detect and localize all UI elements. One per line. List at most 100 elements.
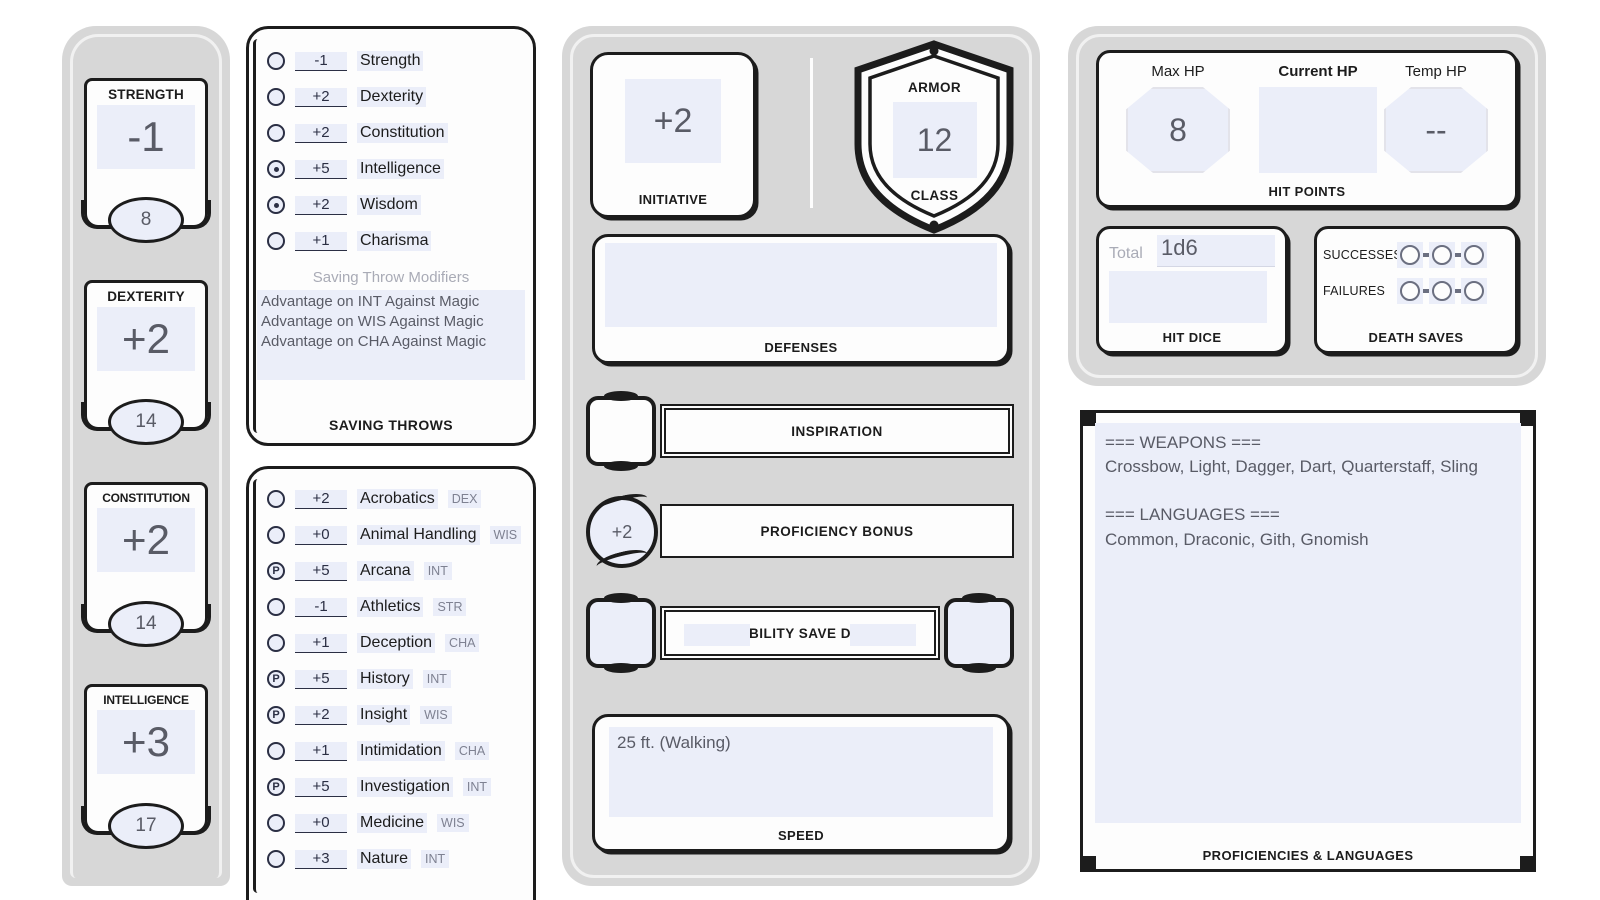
skill-modifier[interactable]: +1 [295, 633, 347, 653]
skill-modifier[interactable]: +0 [295, 525, 347, 545]
death-save-failure-circle-icon[interactable] [1400, 281, 1420, 301]
skill-modifier[interactable]: +3 [295, 849, 347, 869]
ability-save-dc-left-value[interactable] [684, 624, 750, 646]
proficiency-toggle-icon[interactable] [267, 124, 285, 142]
death-save-failure-cell[interactable] [1461, 278, 1487, 304]
skill-modifier[interactable]: +2 [295, 705, 347, 725]
defenses-box[interactable]: DEFENSES [592, 234, 1010, 364]
saving-throw-modifier[interactable]: +5 [295, 159, 347, 179]
skill-row[interactable]: P +5 Arcana INT [267, 553, 533, 589]
skill-modifier[interactable]: +2 [295, 489, 347, 509]
armor-class-value[interactable]: 12 [892, 102, 977, 178]
inspiration-block[interactable]: INSPIRATION [586, 391, 1014, 471]
ability-save-dc-right-value[interactable] [850, 624, 916, 646]
proficiency-bonus-value[interactable]: +2 [586, 496, 658, 568]
ability-score[interactable]: 8 [108, 197, 184, 243]
skill-row[interactable]: +3 Nature INT [267, 841, 533, 877]
ability-score[interactable]: 14 [108, 601, 184, 647]
ability-box-constitution[interactable]: CONSTITUTION +2 14 [81, 482, 211, 647]
skill-row[interactable]: +0 Animal Handling WIS [267, 517, 533, 553]
hit-dice-field[interactable] [1109, 271, 1267, 323]
saving-throw-row[interactable]: +1 Charisma [267, 223, 533, 259]
proficiency-toggle-icon[interactable] [267, 634, 285, 652]
death-save-success-circle-icon[interactable] [1432, 245, 1452, 265]
proficiency-toggle-icon[interactable] [267, 850, 285, 868]
saving-throw-modifier[interactable]: +1 [295, 231, 347, 251]
max-hp-value[interactable]: 8 [1126, 87, 1230, 173]
temp-hp-value[interactable]: -- [1384, 87, 1488, 173]
proficiency-marker-icon[interactable]: P [267, 706, 285, 724]
armor-class-shield[interactable]: 12 ARMOR CLASS [852, 40, 1017, 235]
proficiency-toggle-icon[interactable] [267, 160, 285, 178]
proficiency-marker-icon[interactable]: P [267, 778, 285, 796]
ability-box-strength[interactable]: STRENGTH -1 8 [81, 78, 211, 243]
proficiency-toggle-icon[interactable] [267, 598, 285, 616]
proficiency-toggle-icon[interactable] [267, 232, 285, 250]
skill-modifier[interactable]: +5 [295, 561, 347, 581]
proficiency-toggle-icon[interactable] [267, 814, 285, 832]
saving-throw-row[interactable]: -1 Strength [267, 43, 533, 79]
ability-box-dexterity[interactable]: DEXTERITY +2 14 [81, 280, 211, 445]
saving-throw-modifier[interactable]: -1 [295, 51, 347, 71]
skill-row[interactable]: P +5 History INT [267, 661, 533, 697]
proficiencies-text[interactable]: === WEAPONS === Crossbow, Light, Dagger,… [1095, 423, 1521, 823]
inspiration-toggle[interactable] [586, 391, 656, 471]
saving-throw-modifier[interactable]: +2 [295, 123, 347, 143]
death-save-success-cell[interactable] [1397, 242, 1423, 268]
skill-modifier[interactable]: -1 [295, 597, 347, 617]
skill-row[interactable]: -1 Athletics STR [267, 589, 533, 625]
speed-caption: SPEED [777, 828, 825, 843]
proficiency-bonus-block[interactable]: +2 PROFICIENCY BONUS [586, 494, 1014, 568]
speed-value[interactable]: 25 ft. (Walking) [609, 727, 993, 817]
ability-score[interactable]: 17 [108, 803, 184, 849]
proficiency-toggle-icon[interactable] [267, 88, 285, 106]
ability-save-dc-block[interactable]: ABILITY SAVE DC [586, 593, 1014, 673]
proficiency-toggle-icon[interactable] [267, 490, 285, 508]
death-save-failure-circle-icon[interactable] [1432, 281, 1452, 301]
proficiency-toggle-icon[interactable] [267, 196, 285, 214]
death-save-success-circle-icon[interactable] [1400, 245, 1420, 265]
saving-throw-row[interactable]: +2 Wisdom [267, 187, 533, 223]
death-save-failure-cell[interactable] [1429, 278, 1455, 304]
proficiency-marker-icon[interactable]: P [267, 562, 285, 580]
ability-save-dc-left-field[interactable] [586, 593, 656, 673]
ability-score[interactable]: 14 [108, 399, 184, 445]
skill-modifier[interactable]: +5 [295, 777, 347, 797]
initiative-value[interactable]: +2 [625, 79, 721, 163]
saving-throw-modifier[interactable]: +2 [295, 195, 347, 215]
proficiency-toggle-icon[interactable] [267, 526, 285, 544]
saving-throw-label: Wisdom [357, 195, 421, 215]
ability-box-intelligence[interactable]: INTELLIGENCE +3 17 [81, 684, 211, 849]
skill-row[interactable]: +1 Intimidation CHA [267, 733, 533, 769]
skill-row[interactable]: +2 Acrobatics DEX [267, 481, 533, 517]
proficiency-marker-icon[interactable]: P [267, 670, 285, 688]
proficiency-toggle-icon[interactable] [267, 742, 285, 760]
saving-throw-row[interactable]: +5 Intelligence [267, 151, 533, 187]
skill-row[interactable]: +0 Medicine WIS [267, 805, 533, 841]
skill-modifier[interactable]: +1 [295, 741, 347, 761]
saving-throw-modifiers-text[interactable]: Advantage on INT Against Magic Advantage… [257, 290, 525, 380]
hit-dice-total-value[interactable]: 1d6 [1157, 235, 1275, 267]
death-save-success-circle-icon[interactable] [1464, 245, 1484, 265]
proficiency-toggle-icon[interactable] [267, 52, 285, 70]
saving-throw-row[interactable]: +2 Dexterity [267, 79, 533, 115]
skill-modifier[interactable]: +5 [295, 669, 347, 689]
failures-pips[interactable] [1397, 278, 1487, 304]
death-save-failure-cell[interactable] [1397, 278, 1423, 304]
saving-throw-row[interactable]: +2 Constitution [267, 115, 533, 151]
skill-modifier[interactable]: +0 [295, 813, 347, 833]
skill-row[interactable]: +1 Deception CHA [267, 625, 533, 661]
death-save-success-cell[interactable] [1461, 242, 1487, 268]
death-save-success-cell[interactable] [1429, 242, 1455, 268]
saving-throws-panel: -1 Strength +2 Dexterity +2 Constitution +5 Int… [246, 26, 536, 446]
current-hp-value[interactable] [1259, 87, 1377, 173]
skill-row[interactable]: P +5 Investigation INT [267, 769, 533, 805]
death-save-failure-circle-icon[interactable] [1464, 281, 1484, 301]
defenses-value[interactable] [605, 243, 997, 327]
speed-box[interactable]: 25 ft. (Walking) SPEED [592, 714, 1010, 852]
ability-save-dc-right-field[interactable] [944, 593, 1014, 673]
saving-throw-modifier[interactable]: +2 [295, 87, 347, 107]
skill-row[interactable]: P +2 Insight WIS [267, 697, 533, 733]
successes-pips[interactable] [1397, 242, 1487, 268]
initiative-box[interactable]: +2 INITIATIVE [590, 52, 756, 218]
